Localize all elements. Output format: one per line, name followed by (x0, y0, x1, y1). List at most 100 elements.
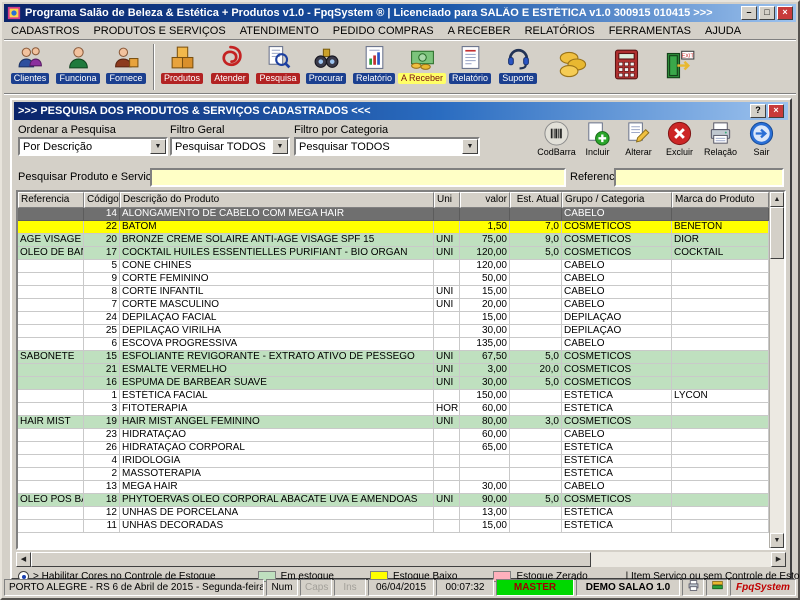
toolbar-relatorio-button[interactable]: Relatório (446, 42, 494, 92)
table-row[interactable]: AGE VISAGE SPF 1520BRONZE CRÈME SOLAIRE … (18, 234, 769, 247)
toolbar-produtos-button[interactable]: Produtos (158, 42, 206, 92)
action-excluir-button[interactable]: Excluir (661, 120, 698, 170)
chevron-down-icon[interactable]: ▼ (150, 139, 166, 154)
column-header-grupo-categoria[interactable]: Grupo / Categoria (562, 192, 672, 208)
exit-icon: EXIT (663, 48, 696, 86)
table-row[interactable]: 21ESMALTE VERMELHOUNI3,0020,0COSMETICOS (18, 364, 769, 377)
action-sair-button[interactable]: Sair (743, 120, 780, 170)
product-search-input[interactable] (150, 168, 566, 187)
vertical-scrollbar[interactable]: ▲ ▼ (769, 192, 784, 548)
table-row[interactable]: 25DEPILAÇÃO VIRILHA30,00DEPILAÇÃO (18, 325, 769, 338)
attend-icon (217, 44, 244, 71)
toolbar-pesquisa-button[interactable]: Pesquisa (254, 42, 302, 92)
table-row[interactable]: 1ESTÉTICA FACIAL150,00ESTÉTICALYCON (18, 390, 769, 403)
cell: 16 (84, 377, 120, 390)
table-row[interactable]: 24DEPILAÇÃO FACIAL15,00DEPILAÇÃO (18, 312, 769, 325)
chevron-down-icon[interactable]: ▼ (272, 139, 288, 154)
cell: 19 (84, 416, 120, 429)
horizontal-scrollbar[interactable]: ◀ ▶ (16, 552, 786, 567)
column-header-marca-do-produto[interactable]: Marca do Produto (672, 192, 769, 208)
horizontal-scroll-track[interactable] (591, 552, 771, 567)
table-row[interactable]: 26HIDRATAÇÃO CORPORAL65,00ESTÉTICA (18, 442, 769, 455)
reference-input[interactable] (614, 168, 784, 187)
chevron-down-icon[interactable]: ▼ (462, 139, 478, 154)
table-row[interactable]: 11UNHAS DECORADAS15,00ESTÉTICA (18, 520, 769, 533)
table-row[interactable]: 4IRIDOLOGIAESTÉTICA (18, 455, 769, 468)
action-relacao-button[interactable]: Relação (702, 120, 739, 170)
toolbar-coins-button[interactable] (551, 42, 595, 92)
vertical-scroll-thumb[interactable] (770, 207, 784, 259)
toolbar-procurar-button[interactable]: Procurar (302, 42, 350, 92)
action-alterar-button[interactable]: Alterar (620, 120, 657, 170)
child-close-button[interactable]: × (768, 104, 784, 118)
table-row[interactable]: 5CONE CHINES120,00CABELO (18, 260, 769, 273)
toolbar-fornece-button[interactable]: Fornece (102, 42, 150, 92)
menu-produtos-e-servicos[interactable]: PRODUTOS E SERVIÇOS (86, 24, 232, 38)
cell (18, 260, 84, 273)
menu-pedido-compras[interactable]: PEDIDO COMPRAS (326, 24, 441, 38)
toolbar-calculator-button[interactable] (604, 42, 648, 92)
column-header-valor[interactable]: valor (460, 192, 510, 208)
column-header-referencia[interactable]: Referencia (18, 192, 84, 208)
maximize-button[interactable]: □ (759, 6, 775, 20)
table-row[interactable]: HAIR MIST19HAIR MIST ANGEL FEMININOUNI80… (18, 416, 769, 429)
menu-ferramentas[interactable]: FERRAMENTAS (602, 24, 698, 38)
table-row[interactable]: 3FITOTERAPIAHOR60,00ESTÉTICA (18, 403, 769, 416)
table-row[interactable]: 8CORTE INFANTILUNI15,00CABELO (18, 286, 769, 299)
close-button[interactable]: × (777, 6, 793, 20)
table-row[interactable]: 7CORTE MASCULINOUNI20,00CABELO (18, 299, 769, 312)
action-codbarra-button[interactable]: CodBarra (538, 120, 575, 170)
table-row[interactable]: 6ESCOVA PROGRESSIVA135,00CABELO (18, 338, 769, 351)
cell (18, 221, 84, 234)
cell: 67,50 (460, 351, 510, 364)
table-row[interactable]: 9CORTE FEMININO50,00CABELO (18, 273, 769, 286)
status-num-lock: Num (266, 579, 298, 596)
toolbar-clientes-button[interactable]: Clientes (6, 42, 54, 92)
vertical-scroll-track[interactable] (770, 259, 784, 533)
toolbar-a-receber-button[interactable]: A Receber (398, 42, 446, 92)
toolbar-atender-button[interactable]: Atender (206, 42, 254, 92)
menu-cadastros[interactable]: CADASTROS (4, 24, 86, 38)
cell: ESPUMA DE BARBEAR SUAVE (120, 377, 434, 390)
table-row[interactable]: 2MASSOTERAPIAESTÉTICA (18, 468, 769, 481)
toolbar-funciona-button[interactable]: Funciona (54, 42, 102, 92)
status-date: 06/04/2015 (368, 579, 434, 596)
toolbar-relatorio-button[interactable]: Relatório (350, 42, 398, 92)
action-incluir-button[interactable]: Incluir (579, 120, 616, 170)
filter-select-filtro-por-categoria[interactable]: Pesquisar TODOS▼ (294, 137, 480, 156)
scroll-up-icon[interactable]: ▲ (770, 192, 784, 207)
menu-atendimento[interactable]: ATENDIMENTO (233, 24, 326, 38)
column-header-uni[interactable]: Uni (434, 192, 460, 208)
table-row[interactable]: SABONETE15ESFOLIANTE REVIGORANTE - EXTRA… (18, 351, 769, 364)
toolbar-exit-button[interactable]: EXIT (657, 42, 701, 92)
minimize-button[interactable]: – (741, 6, 757, 20)
cell: 5,0 (510, 377, 562, 390)
filter-select-ordenar-a-pesquisa[interactable]: Por Descrição▼ (18, 137, 168, 156)
menu-ajuda[interactable]: AJUDA (698, 24, 748, 38)
filter-select-filtro-geral[interactable]: Pesquisar TODOS▼ (170, 137, 290, 156)
status-user: MASTER (496, 579, 574, 596)
column-header-est-atual[interactable]: Est. Atual (510, 192, 562, 208)
table-row[interactable]: 23HIDRATAÇÃO60,00CABELO (18, 429, 769, 442)
table-row[interactable]: 16ESPUMA DE BARBEAR SUAVEUNI30,005,0COSM… (18, 377, 769, 390)
table-row[interactable]: 14ALONGAMENTO DE CABELO COM MEGA HAIRCAB… (18, 208, 769, 221)
table-row[interactable]: OLEO DE BANHO17COCKTAIL HUILES ESSENTIEL… (18, 247, 769, 260)
column-header-codigo[interactable]: Código (84, 192, 120, 208)
cell: DEPILAÇÃO (562, 325, 672, 338)
table-row[interactable]: OLEO POS BANHO18PHYTOERVAS OLEO CORPORAL… (18, 494, 769, 507)
column-header-descricao-do-produto[interactable]: Descrição do Produto (120, 192, 434, 208)
scroll-right-icon[interactable]: ▶ (771, 552, 786, 567)
help-button[interactable]: ? (750, 104, 766, 118)
scroll-down-icon[interactable]: ▼ (770, 533, 784, 548)
cell: UNHAS DECORADAS (120, 520, 434, 533)
cell: 3,0 (510, 416, 562, 429)
table-row[interactable]: 12UNHAS DE PORCELANA13,00ESTÉTICA (18, 507, 769, 520)
table-row[interactable]: 22BATOM1,507,0COSMETICOSBENETON (18, 221, 769, 234)
toolbar-suporte-button[interactable]: Suporte (494, 42, 542, 92)
scroll-left-icon[interactable]: ◀ (16, 552, 31, 567)
menu-relatorios[interactable]: RELATÓRIOS (518, 24, 602, 38)
toolbar: ClientesFuncionaForneceProdutosAtenderPe… (4, 41, 796, 94)
menu-a-receber[interactable]: A RECEBER (441, 24, 518, 38)
table-row[interactable]: 13MEGA HAIR30,00CABELO (18, 481, 769, 494)
horizontal-scroll-thumb[interactable] (31, 552, 591, 567)
